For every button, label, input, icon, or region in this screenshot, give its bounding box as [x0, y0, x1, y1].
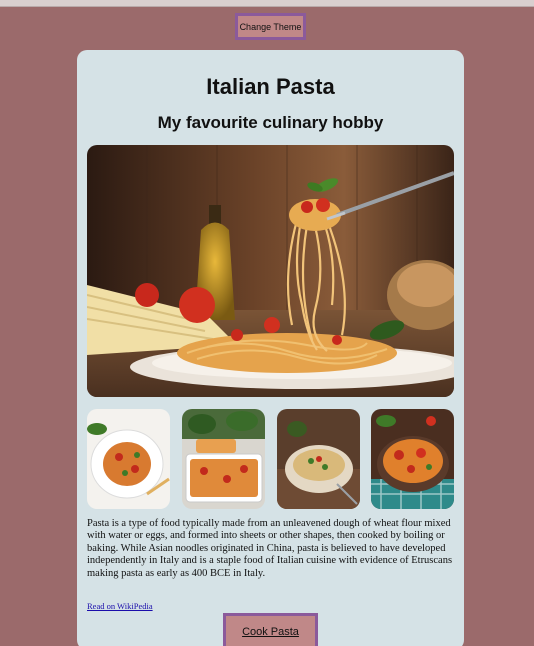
page-title: Italian Pasta	[206, 74, 335, 99]
thumbnail-pasta-bowl	[277, 409, 360, 509]
hero-pasta-image	[87, 145, 454, 397]
wikipedia-link[interactable]: Read on WikiPedia	[87, 601, 153, 611]
thumbnail-pasta-plate	[87, 409, 170, 509]
browser-top-strip	[0, 0, 534, 7]
thumbnail-pasta-bake	[182, 409, 265, 509]
pasta-description: Pasta is a type of food typically made f…	[87, 518, 453, 579]
page-subtitle: My favourite culinary hobby	[157, 113, 384, 132]
pasta-card: Italian Pasta My favourite culinary hobb…	[77, 50, 464, 646]
thumbnail-gallery	[87, 409, 454, 509]
change-theme-button[interactable]: Change Theme	[235, 13, 306, 40]
cook-pasta-button[interactable]: Cook Pasta	[223, 613, 318, 646]
thumbnail-pasta-tomato	[371, 409, 454, 509]
